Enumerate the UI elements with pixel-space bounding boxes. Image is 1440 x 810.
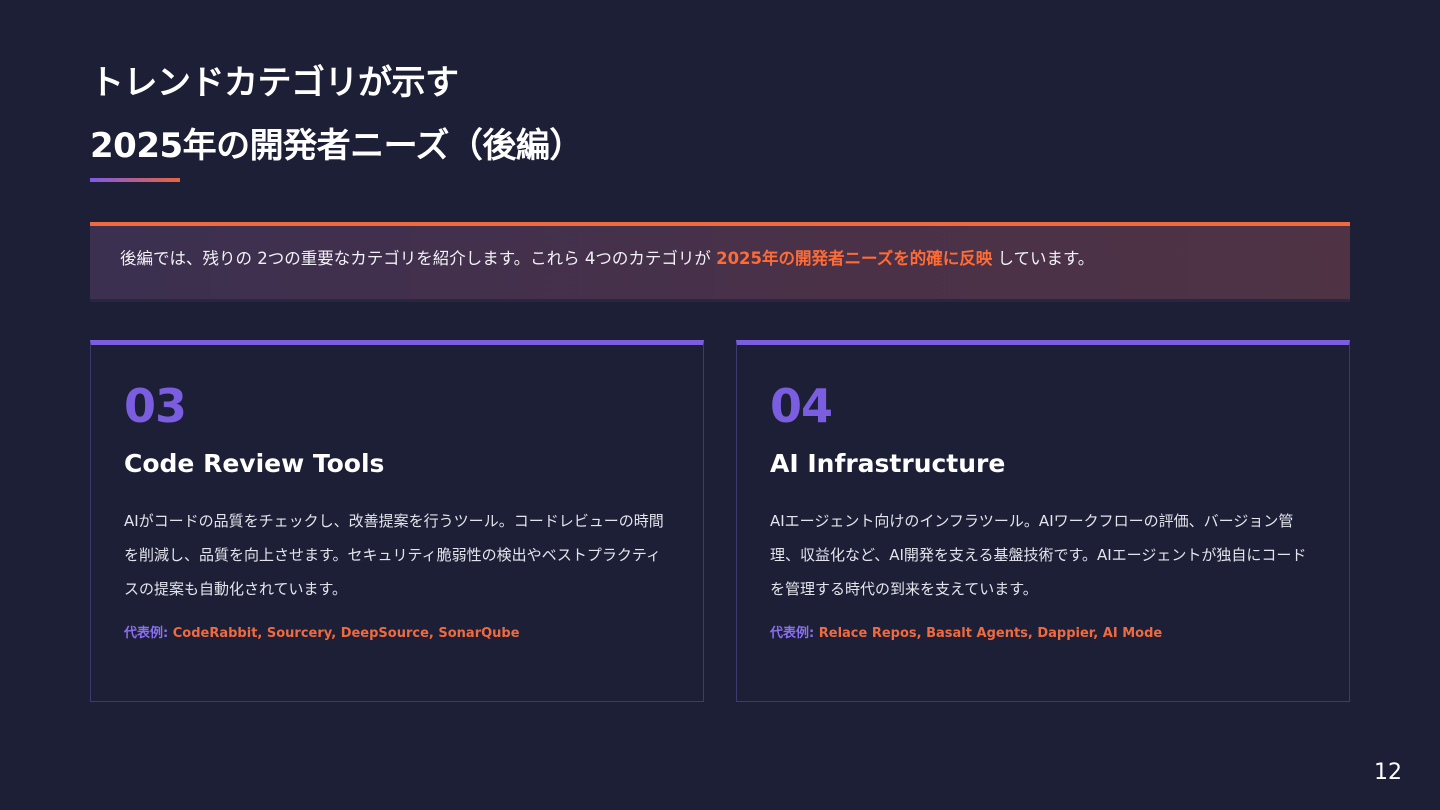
examples-label: 代表例	[770, 626, 810, 641]
intro-callout: 後編では、残りの 2つの重要なカテゴリを紹介します。これら 4つのカテゴリが 2…	[90, 222, 1350, 302]
category-card-03: 03 Code Review Tools AIがコードの品質をチェックし、改善提…	[90, 340, 704, 702]
card-description: AIエージェント向けのインフラツール。AIワークフローの評価、バージョン管理、収…	[770, 512, 1307, 598]
slide-title: トレンドカテゴリが示す 2025年の開発者ニーズ（後編）	[90, 52, 583, 178]
examples-colon: :	[809, 626, 819, 641]
page-number: 12	[1374, 760, 1402, 785]
slide-title-line-2: 2025年の開発者ニーズ（後編）	[90, 126, 583, 166]
card-number: 04	[770, 379, 833, 433]
examples-values: CodeRabbit, Sourcery, DeepSource, SonarQ…	[172, 626, 520, 641]
card-title: AI Infrastructure	[770, 449, 1006, 478]
card-examples: 代表例: Relace Repos, Basalt Agents, Dappie…	[770, 624, 1316, 644]
intro-text-before: 後編では、残りの 2つの重要なカテゴリを紹介します。これら 4つのカテゴリが	[120, 249, 717, 268]
intro-text-after: しています。	[992, 249, 1095, 268]
examples-colon: :	[163, 626, 173, 641]
card-number: 03	[124, 379, 187, 433]
title-accent-underline	[90, 178, 180, 182]
card-description: AIがコードの品質をチェックし、改善提案を行うツール。コードレビューの時間を削減…	[124, 512, 664, 598]
examples-values: Relace Repos, Basalt Agents, Dappier, AI…	[818, 626, 1163, 641]
category-card-04: 04 AI Infrastructure AIエージェント向けのインフラツール。…	[736, 340, 1350, 702]
slide-title-line-1: トレンドカテゴリが示す	[90, 63, 459, 103]
card-title: Code Review Tools	[124, 449, 385, 478]
intro-highlight: 2025年の開発者ニーズを的確に反映	[716, 249, 993, 268]
examples-label: 代表例	[124, 626, 164, 641]
card-examples: 代表例: CodeRabbit, Sourcery, DeepSource, S…	[124, 624, 670, 644]
